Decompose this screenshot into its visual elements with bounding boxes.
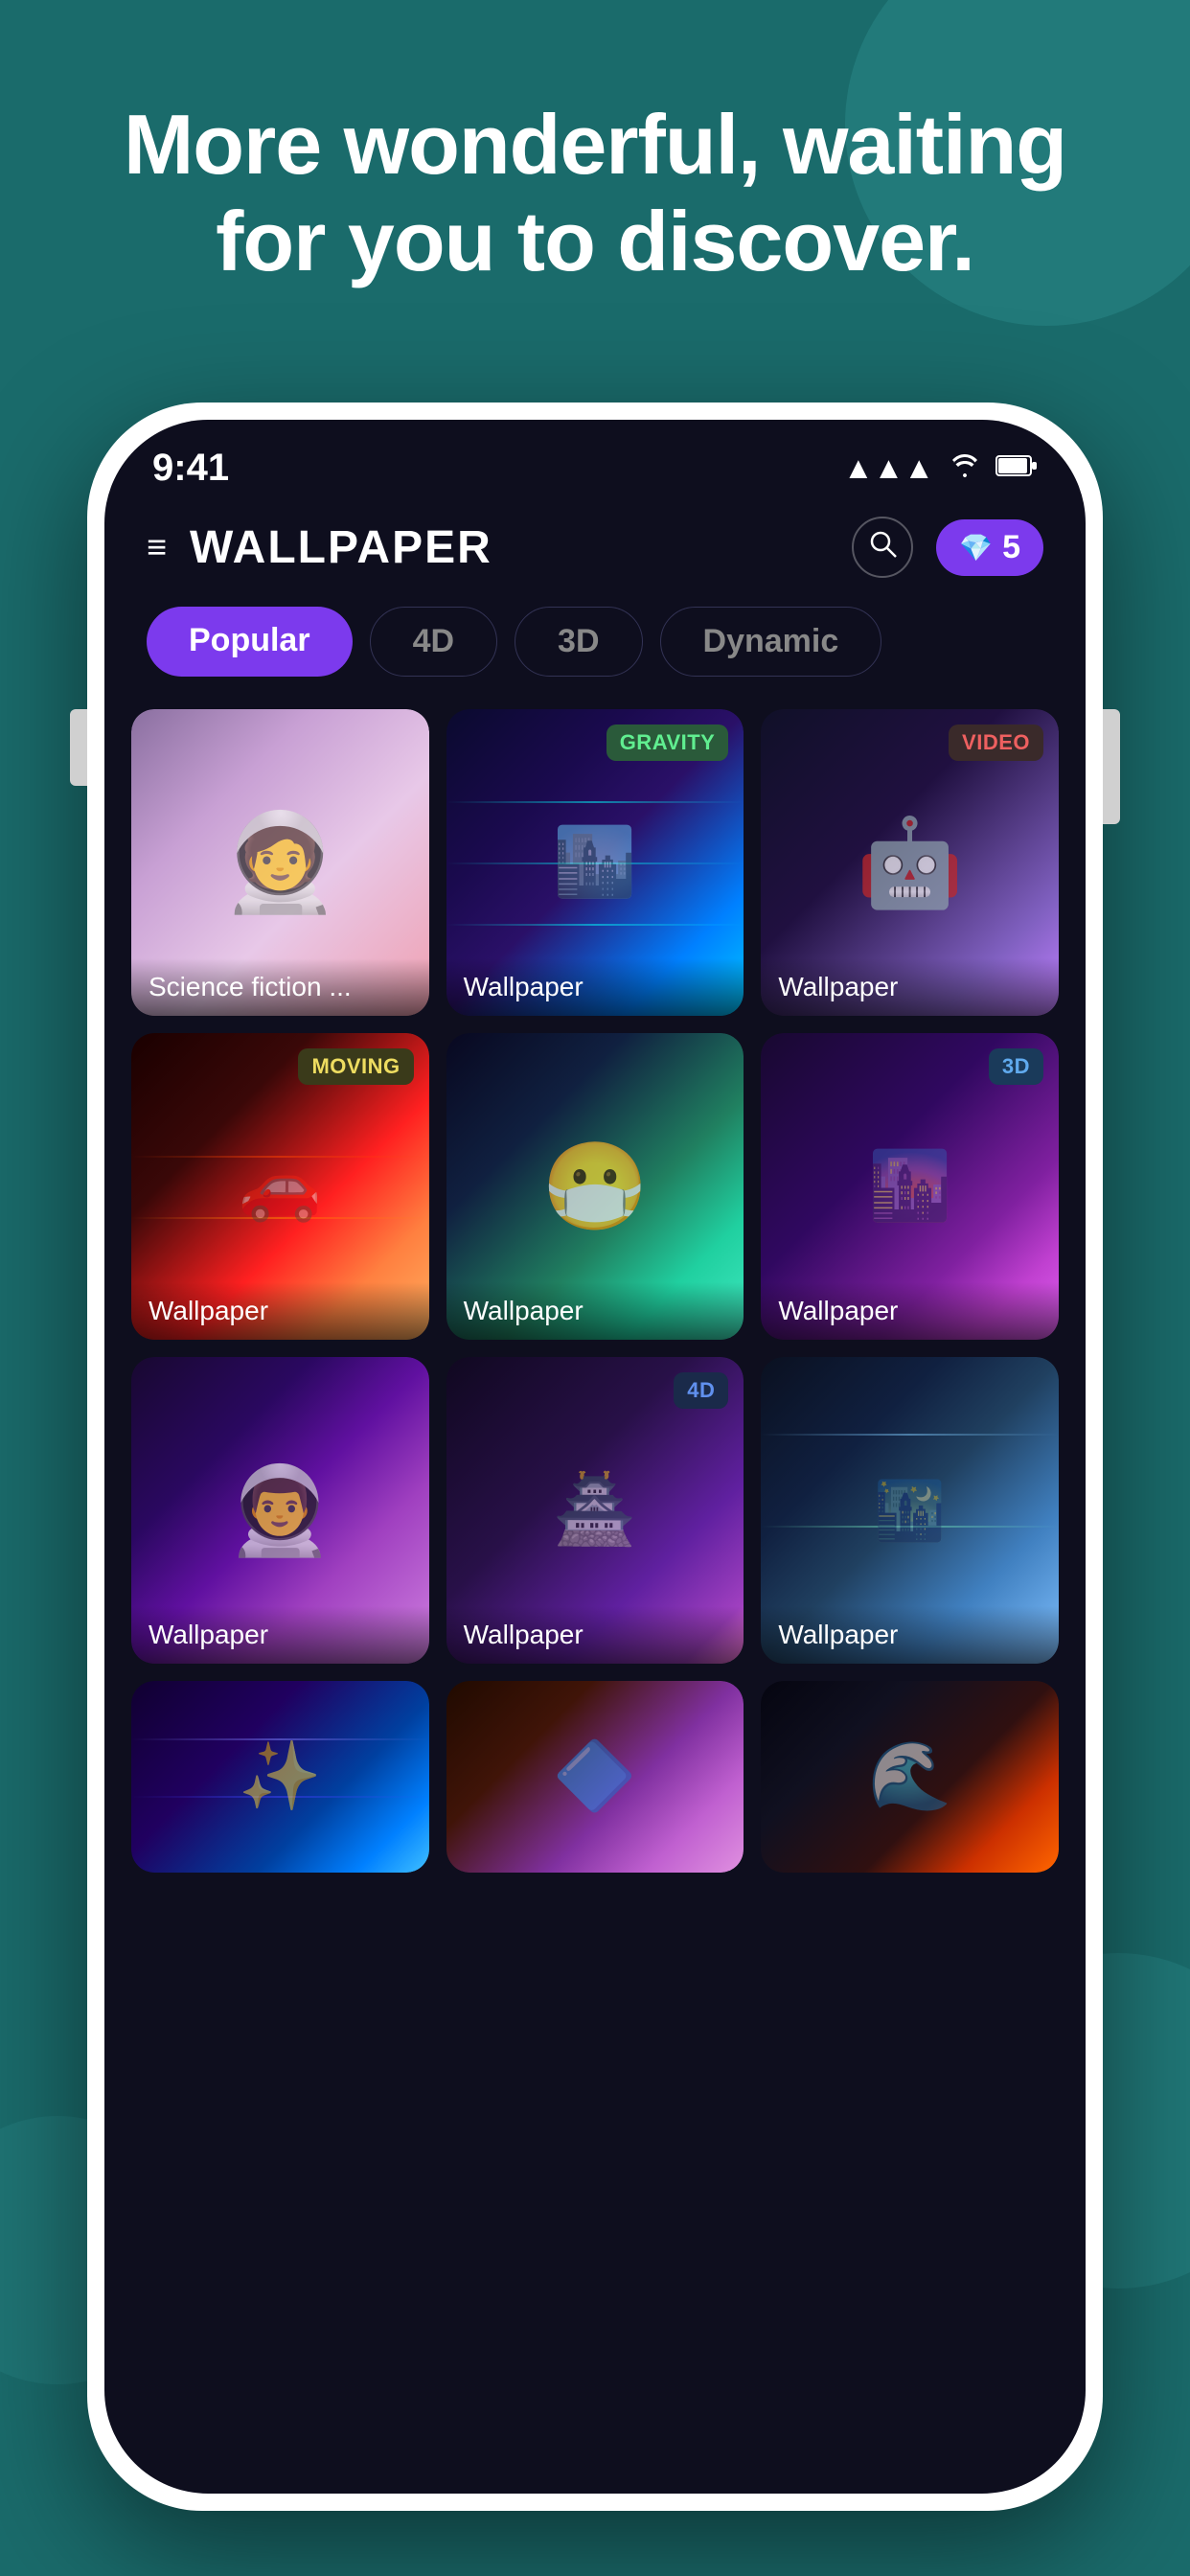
grid-row-2: 🚗 MOVING Wallpaper 😷 Wallpaper (131, 1033, 1059, 1340)
wallpaper-item[interactable]: 🏯 4D Wallpaper (446, 1357, 744, 1664)
wallpaper-item[interactable]: 🌆 3D Wallpaper (761, 1033, 1059, 1340)
geometric-decoration: 🔷 (446, 1681, 744, 1873)
wallpaper-item[interactable]: 😷 Wallpaper (446, 1033, 744, 1340)
gem-icon: 💎 (959, 532, 993, 564)
app-header: ≡ WALLPAPER 💎 5 (104, 501, 1086, 597)
wallpaper-item[interactable]: 🚗 MOVING Wallpaper (131, 1033, 429, 1340)
badge-3d: 3D (989, 1048, 1043, 1085)
streaks-decoration: 🌊 (761, 1681, 1059, 1873)
status-time: 9:41 (152, 447, 229, 490)
badge-video: VIDEO (949, 724, 1043, 761)
grid-row-3: 👨‍🚀 Wallpaper 🏯 4D Wallpaper (131, 1357, 1059, 1664)
battery-icon (995, 449, 1038, 487)
search-button[interactable] (852, 517, 913, 578)
tab-popular[interactable]: Popular (147, 607, 353, 677)
wallpaper-label: Wallpaper (446, 1282, 744, 1340)
hero-title: More wonderful, waiting for you to disco… (77, 96, 1113, 289)
wallpaper-item[interactable]: 👨‍🚀 Wallpaper (131, 1357, 429, 1664)
wallpaper-label: Wallpaper (761, 958, 1059, 1016)
light-beams-decoration: ✨ (131, 1681, 429, 1873)
wallpaper-label: Wallpaper (446, 958, 744, 1016)
badge-gravity: GRAVITY (606, 724, 729, 761)
menu-icon[interactable]: ≡ (147, 527, 167, 567)
wallpaper-item[interactable]: ✨ (131, 1681, 429, 1873)
category-tabs: Popular 4D 3D Dynamic (104, 597, 1086, 700)
wallpaper-label: Wallpaper (761, 1282, 1059, 1340)
tab-3d[interactable]: 3D (515, 607, 642, 677)
wallpaper-label: Wallpaper (131, 1282, 429, 1340)
badge-4d: 4D (674, 1372, 728, 1409)
grid-row-4: ✨ 🔷 🌊 (131, 1681, 1059, 1873)
phone-mockup: 9:41 ▲▲▲ (87, 402, 1103, 2511)
hero-section: More wonderful, waiting for you to disco… (0, 96, 1190, 289)
tab-4d[interactable]: 4D (370, 607, 497, 677)
gems-count: 5 (1002, 529, 1020, 566)
app-title: WALLPAPER (190, 521, 852, 574)
wallpaper-grid: 🧑‍🚀 Science fiction ... 🏙️ (104, 700, 1086, 2494)
wallpaper-item[interactable]: 🌊 (761, 1681, 1059, 1873)
tab-dynamic[interactable]: Dynamic (660, 607, 882, 677)
wallpaper-label: Science fiction ... (131, 958, 429, 1016)
wallpaper-item[interactable]: 🔷 (446, 1681, 744, 1873)
grid-row-1: 🧑‍🚀 Science fiction ... 🏙️ (131, 709, 1059, 1016)
status-icons: ▲▲▲ (843, 449, 1038, 487)
phone-frame: 9:41 ▲▲▲ (87, 402, 1103, 2511)
wifi-icon (948, 450, 982, 487)
status-bar: 9:41 ▲▲▲ (104, 420, 1086, 501)
wallpaper-item[interactable]: 🧑‍🚀 Science fiction ... (131, 709, 429, 1016)
search-icon (867, 528, 898, 566)
gems-button[interactable]: 💎 5 (936, 519, 1043, 576)
wallpaper-label: Wallpaper (761, 1606, 1059, 1664)
wallpaper-item[interactable]: 🤖 VIDEO Wallpaper (761, 709, 1059, 1016)
signal-icon: ▲▲▲ (843, 450, 934, 486)
badge-moving: MOVING (298, 1048, 413, 1085)
phone-screen: 9:41 ▲▲▲ (104, 420, 1086, 2494)
wallpaper-label: Wallpaper (446, 1606, 744, 1664)
wallpaper-label: Wallpaper (131, 1606, 429, 1664)
wallpaper-item[interactable]: 🌃 Wallpaper (761, 1357, 1059, 1664)
wallpaper-item[interactable]: 🏙️ GRAVITY Wallpaper (446, 709, 744, 1016)
header-actions: 💎 5 (852, 517, 1043, 578)
